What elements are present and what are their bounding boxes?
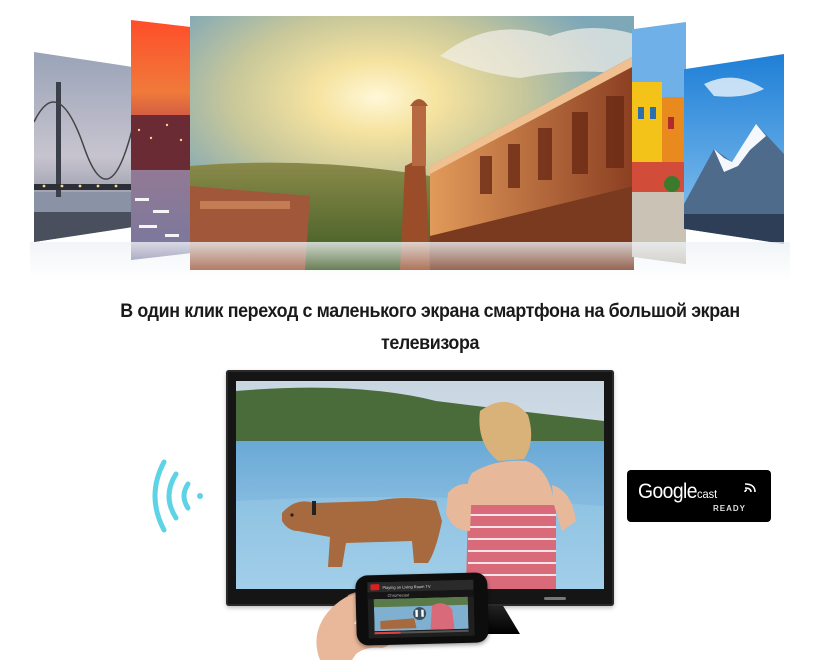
smartphone[interactable]: Playing on Living Room TV Chromecast ❚❚ <box>355 572 489 646</box>
google-cast-ready-badge: Googlecast READY <box>627 470 771 522</box>
mountain-photo <box>684 54 784 244</box>
youtube-logo-icon <box>370 584 380 591</box>
harbor-photo <box>131 20 193 260</box>
badge-product-word: cast <box>696 487 718 501</box>
phone-app-title: Playing on Living Room TV <box>382 583 431 590</box>
headline: В один клик переход с маленького экрана … <box>82 296 778 360</box>
badge-wordmark: Googlecast <box>638 480 717 504</box>
tv-power-indicator <box>544 597 566 600</box>
playback-progress-fill <box>374 631 401 635</box>
wireless-waves-icon <box>152 456 208 536</box>
bridge-photo <box>34 52 134 242</box>
houses-photo <box>632 22 686 264</box>
photo-carousel <box>0 0 820 285</box>
carousel-reflection <box>30 242 790 282</box>
phone-screen[interactable]: Playing on Living Room TV Chromecast ❚❚ <box>367 579 475 639</box>
cast-icon <box>744 483 756 493</box>
headline-line-1: В один клик переход с маленького экрана … <box>120 301 740 322</box>
television <box>226 370 614 606</box>
tv-screen <box>236 381 604 589</box>
badge-status-word: READY <box>713 504 747 513</box>
headline-line-2: телевизора <box>380 333 480 354</box>
palace-photo <box>190 16 634 270</box>
badge-brand-word: Google <box>638 480 698 503</box>
